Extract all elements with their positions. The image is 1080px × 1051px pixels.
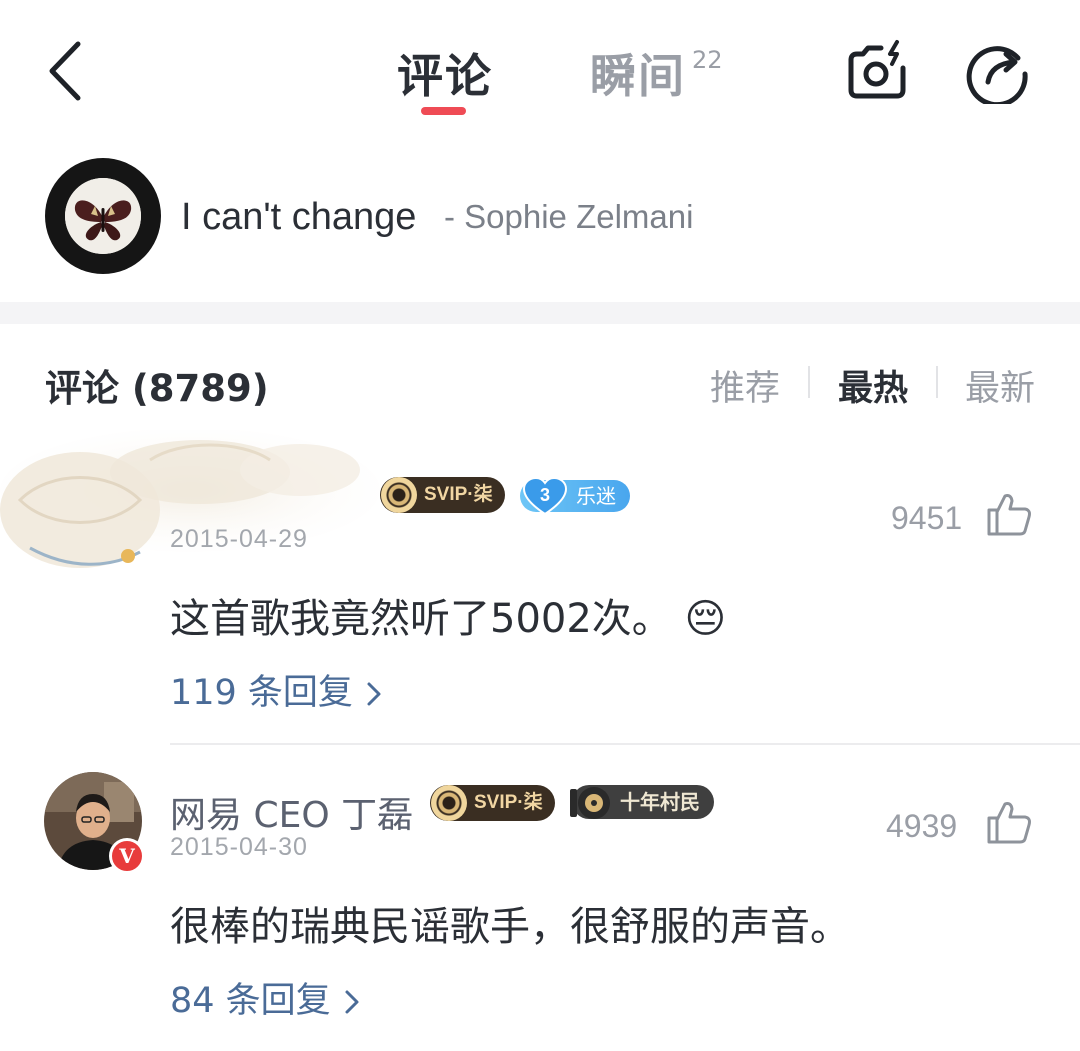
like-button[interactable] bbox=[985, 490, 1033, 538]
sort-divider bbox=[936, 366, 938, 398]
villager-badge-label: 十年村民 bbox=[620, 790, 700, 814]
heart-icon: 3 bbox=[522, 477, 568, 516]
sort-divider bbox=[808, 366, 810, 398]
album-disc[interactable] bbox=[45, 158, 161, 274]
comment-text-body: 这首歌我竟然听了5002次。 bbox=[170, 596, 672, 642]
fan-level-badge[interactable]: 3 乐迷 bbox=[520, 477, 630, 516]
share-icon bbox=[966, 46, 1028, 108]
fan-badge-label: 乐迷 bbox=[576, 484, 616, 508]
song-artist: - Sophie Zelmani bbox=[444, 198, 694, 235]
moments-count-badge: 22 bbox=[692, 46, 723, 74]
like-count: 9451 bbox=[891, 500, 963, 536]
ten-year-villager-badge[interactable]: 十年村民 bbox=[570, 785, 714, 819]
chevron-right-icon bbox=[367, 682, 381, 706]
top-bar: 评论 瞬间 22 bbox=[0, 0, 1080, 140]
thumbs-up-icon bbox=[987, 494, 1031, 536]
chevron-left-icon bbox=[49, 41, 81, 101]
back-button[interactable] bbox=[40, 36, 96, 106]
comment-separator bbox=[170, 743, 1080, 745]
replies-count: 119 条回复 bbox=[170, 673, 353, 713]
comment-text: 很棒的瑞典民谣歌手，很舒服的声音。 bbox=[170, 904, 850, 950]
svip-badge[interactable]: SVIP·柒 bbox=[380, 477, 505, 513]
thumbs-up-icon bbox=[987, 802, 1031, 844]
song-title: I can't change bbox=[181, 196, 417, 238]
comment-text: 这首歌我竟然听了5002次。 😔 bbox=[170, 586, 726, 644]
comment-date: 2015-04-30 bbox=[170, 833, 308, 861]
ten-year-medal-icon bbox=[570, 787, 610, 819]
vinyl-medal-icon bbox=[381, 477, 417, 513]
tab-comments[interactable]: 评论 bbox=[397, 40, 493, 106]
avatar-frame-decoration[interactable] bbox=[0, 430, 380, 580]
svip-badge[interactable]: SVIP·柒 bbox=[430, 785, 555, 821]
butterfly-icon bbox=[65, 178, 141, 254]
sort-newest[interactable]: 最新 bbox=[965, 360, 1035, 411]
sort-recommended[interactable]: 推荐 bbox=[710, 360, 780, 411]
section-divider bbox=[0, 302, 1080, 324]
comments-title: 评论 (8789) bbox=[45, 367, 269, 410]
tab-moments[interactable]: 瞬间 bbox=[590, 40, 686, 106]
camera-button[interactable] bbox=[843, 38, 909, 104]
share-button[interactable] bbox=[964, 38, 1030, 108]
replies-link[interactable]: 84 条回复 bbox=[170, 972, 362, 1023]
fan-level-number: 3 bbox=[540, 485, 550, 505]
like-count: 4939 bbox=[886, 808, 958, 844]
album-cover bbox=[65, 178, 141, 254]
svip-badge-label: SVIP·柒 bbox=[424, 484, 493, 505]
replies-link[interactable]: 119 条回复 bbox=[170, 664, 384, 715]
active-tab-indicator bbox=[421, 107, 466, 115]
verified-badge: V bbox=[109, 838, 145, 874]
comment-username[interactable]: 网易 CEO 丁磊 bbox=[170, 786, 413, 838]
chevron-right-icon bbox=[345, 990, 359, 1014]
song-header[interactable]: I can't change - Sophie Zelmani bbox=[0, 140, 1080, 302]
like-button[interactable] bbox=[985, 798, 1033, 846]
replies-count: 84 条回复 bbox=[170, 981, 331, 1021]
svip-badge-label: SVIP·柒 bbox=[474, 792, 543, 813]
sort-hot[interactable]: 最热 bbox=[838, 360, 908, 411]
vinyl-medal-icon bbox=[431, 785, 467, 821]
comment-date: 2015-04-29 bbox=[170, 525, 308, 553]
pensive-face-icon: 😔 bbox=[684, 596, 727, 642]
camera-icon bbox=[848, 40, 906, 99]
